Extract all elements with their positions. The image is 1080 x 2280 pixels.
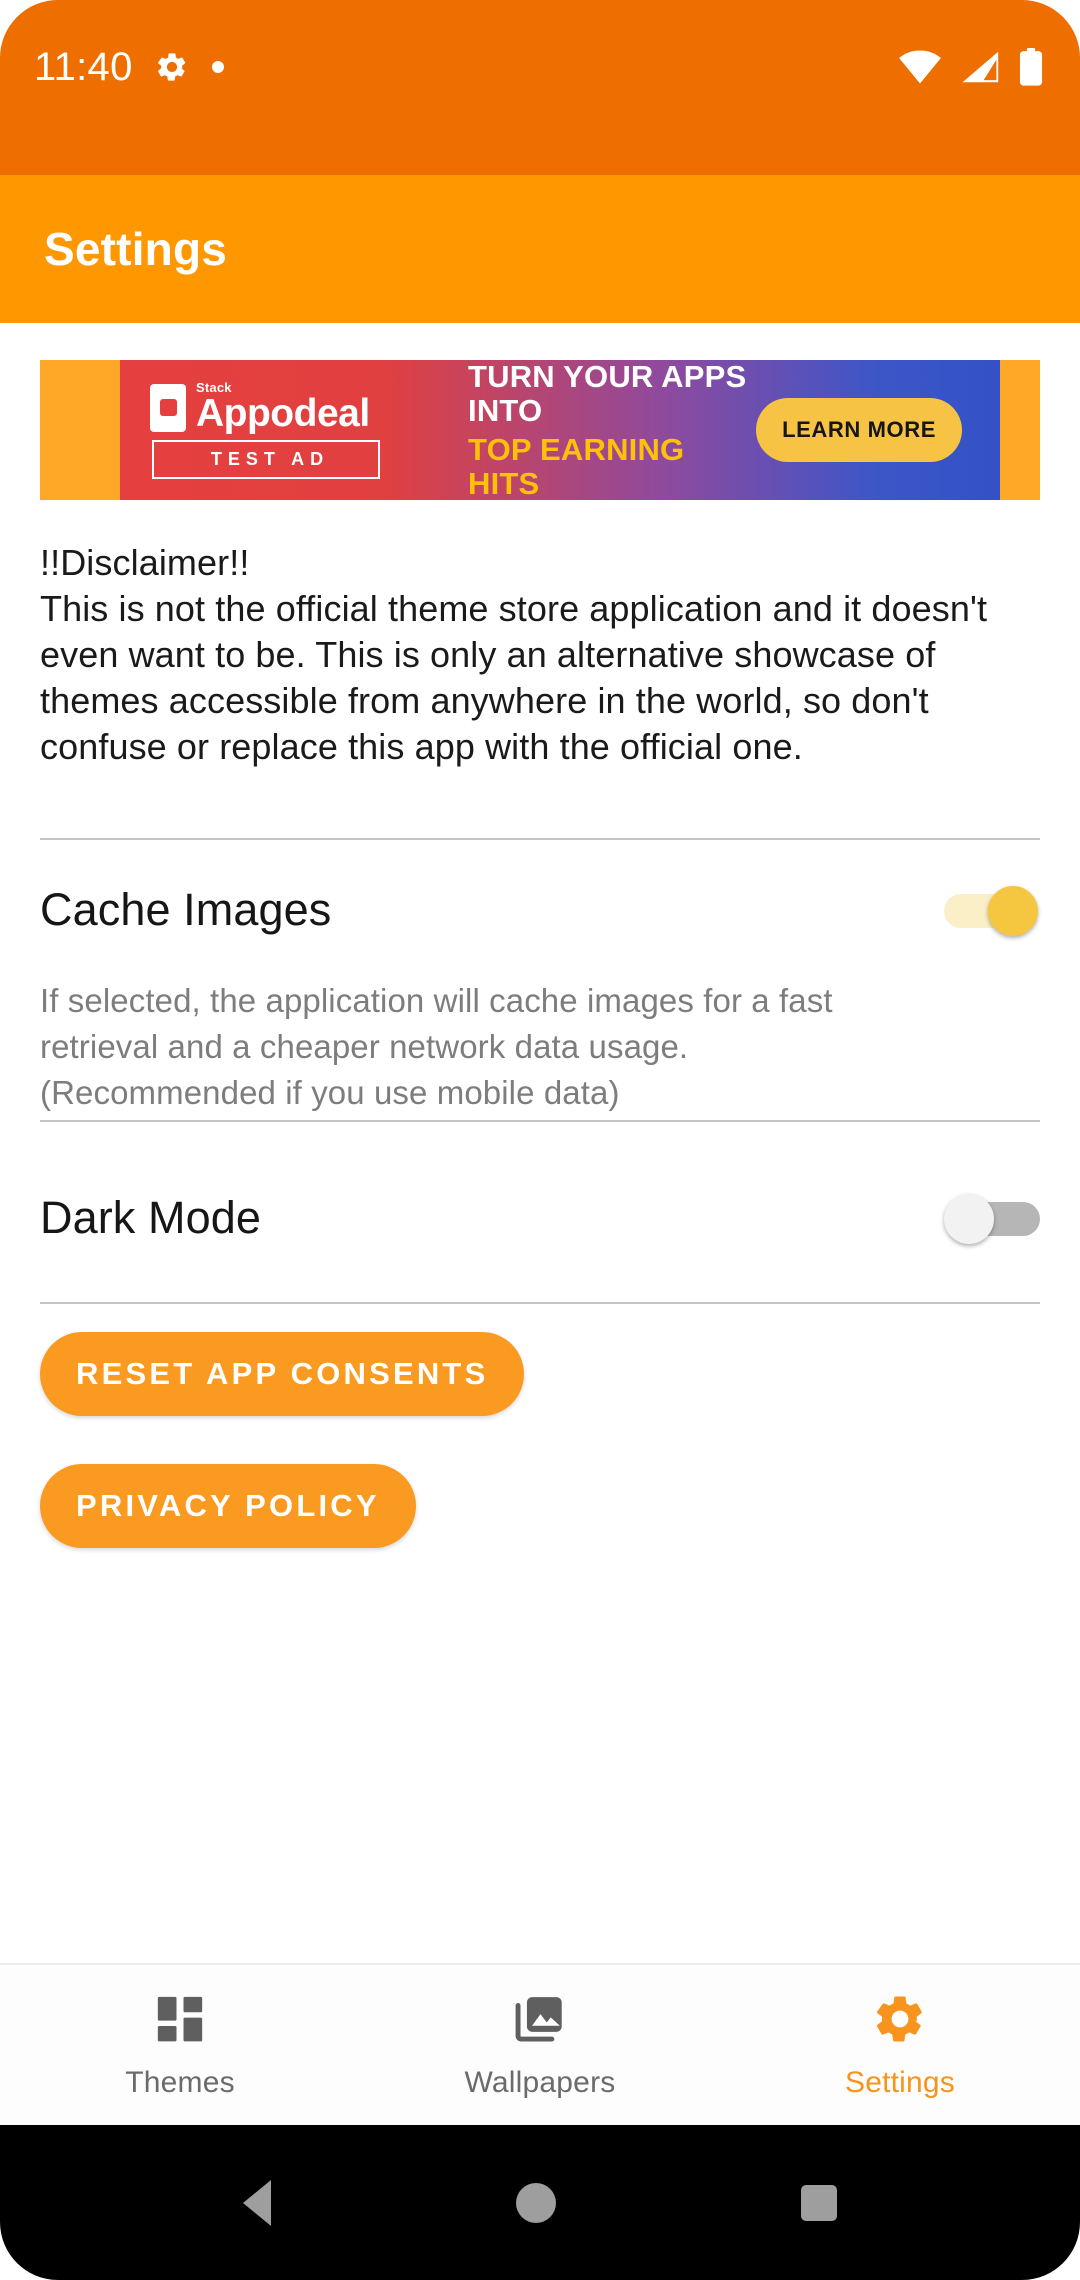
system-navigation-bar (0, 2125, 1080, 2280)
ad-headline-line2: TOP EARNING HITS (468, 431, 685, 500)
bottom-nav-label-themes: Themes (125, 2065, 235, 2099)
ad-left-frame (40, 360, 120, 500)
dot-icon (211, 60, 225, 74)
ad-test-badge: TEST AD (152, 440, 380, 479)
bottom-nav-label-settings: Settings (845, 2065, 955, 2099)
ad-brand-text: Stack Appodeal (196, 381, 370, 434)
preference-summary-cache-images: If selected, the application will cache … (40, 982, 833, 1111)
toggle-thumb (988, 886, 1038, 936)
bottom-nav-label-wallpapers: Wallpapers (464, 2065, 616, 2099)
dark-mode-toggle[interactable] (944, 1190, 1040, 1246)
divider (40, 1302, 1040, 1304)
preference-title-dark-mode: Dark Mode (40, 1192, 261, 1243)
bottom-navigation-bar: Themes Wallpapers Settings (0, 1963, 1080, 2125)
appodeal-logo-icon (150, 383, 186, 432)
gear-icon (155, 50, 189, 84)
divider (40, 1120, 1040, 1122)
preference-row-dark-mode[interactable]: Dark Mode (40, 1180, 1040, 1256)
ad-logo-block: Stack Appodeal TEST AD (120, 381, 450, 479)
ad-headline: TURN YOUR APPS INTO TOP EARNING HITS (450, 360, 756, 500)
battery-icon (1018, 48, 1044, 86)
dashboard-grid-icon (152, 1991, 208, 2052)
ad-brand-row: Stack Appodeal (150, 381, 450, 434)
status-bar-clock: 11:40 (34, 45, 133, 89)
ad-content[interactable]: Stack Appodeal TEST AD TURN YOUR APPS IN… (120, 360, 1000, 500)
gear-icon (872, 1991, 928, 2052)
divider (40, 838, 1040, 840)
status-bar-left: 11:40 (34, 44, 225, 90)
status-bar: 11:40 (0, 0, 1080, 175)
privacy-policy-button[interactable]: PRIVACY POLICY (40, 1464, 416, 1548)
preference-row-cache-images[interactable]: Cache Images (40, 872, 1040, 948)
recents-icon[interactable] (801, 2184, 838, 2221)
cache-images-toggle[interactable] (944, 882, 1040, 938)
bottom-nav-item-settings[interactable]: Settings (720, 1991, 1080, 2100)
ad-learn-more-button[interactable]: LEARN MORE (756, 398, 962, 462)
back-icon[interactable] (242, 2179, 271, 2226)
preference-title-cache-images: Cache Images (40, 884, 332, 935)
wifi-icon (898, 50, 942, 84)
bottom-nav-item-wallpapers[interactable]: Wallpapers (360, 1991, 720, 2100)
ad-banner[interactable]: Stack Appodeal TEST AD TURN YOUR APPS IN… (40, 360, 1040, 500)
cellular-signal-icon (960, 50, 1000, 84)
reset-app-consents-button[interactable]: RESET APP CONSENTS (40, 1332, 525, 1416)
ad-brand-name: Appodeal (196, 392, 370, 435)
ad-right-frame (1000, 360, 1040, 500)
photo-library-icon (512, 1991, 568, 2052)
page-title: Settings (44, 223, 228, 275)
toggle-thumb (944, 1194, 994, 1244)
disclaimer-text: !!Disclaimer!! This is not the official … (40, 542, 988, 767)
ad-headline-line1: TURN YOUR APPS INTO (468, 360, 747, 428)
status-bar-right (898, 44, 1044, 86)
app-screen: 11:40 Settings Stack Appodeal TEST AD TU… (0, 0, 1080, 2280)
home-icon[interactable] (515, 2182, 556, 2223)
app-bar: Settings (0, 175, 1080, 323)
bottom-nav-item-themes[interactable]: Themes (0, 1991, 360, 2100)
